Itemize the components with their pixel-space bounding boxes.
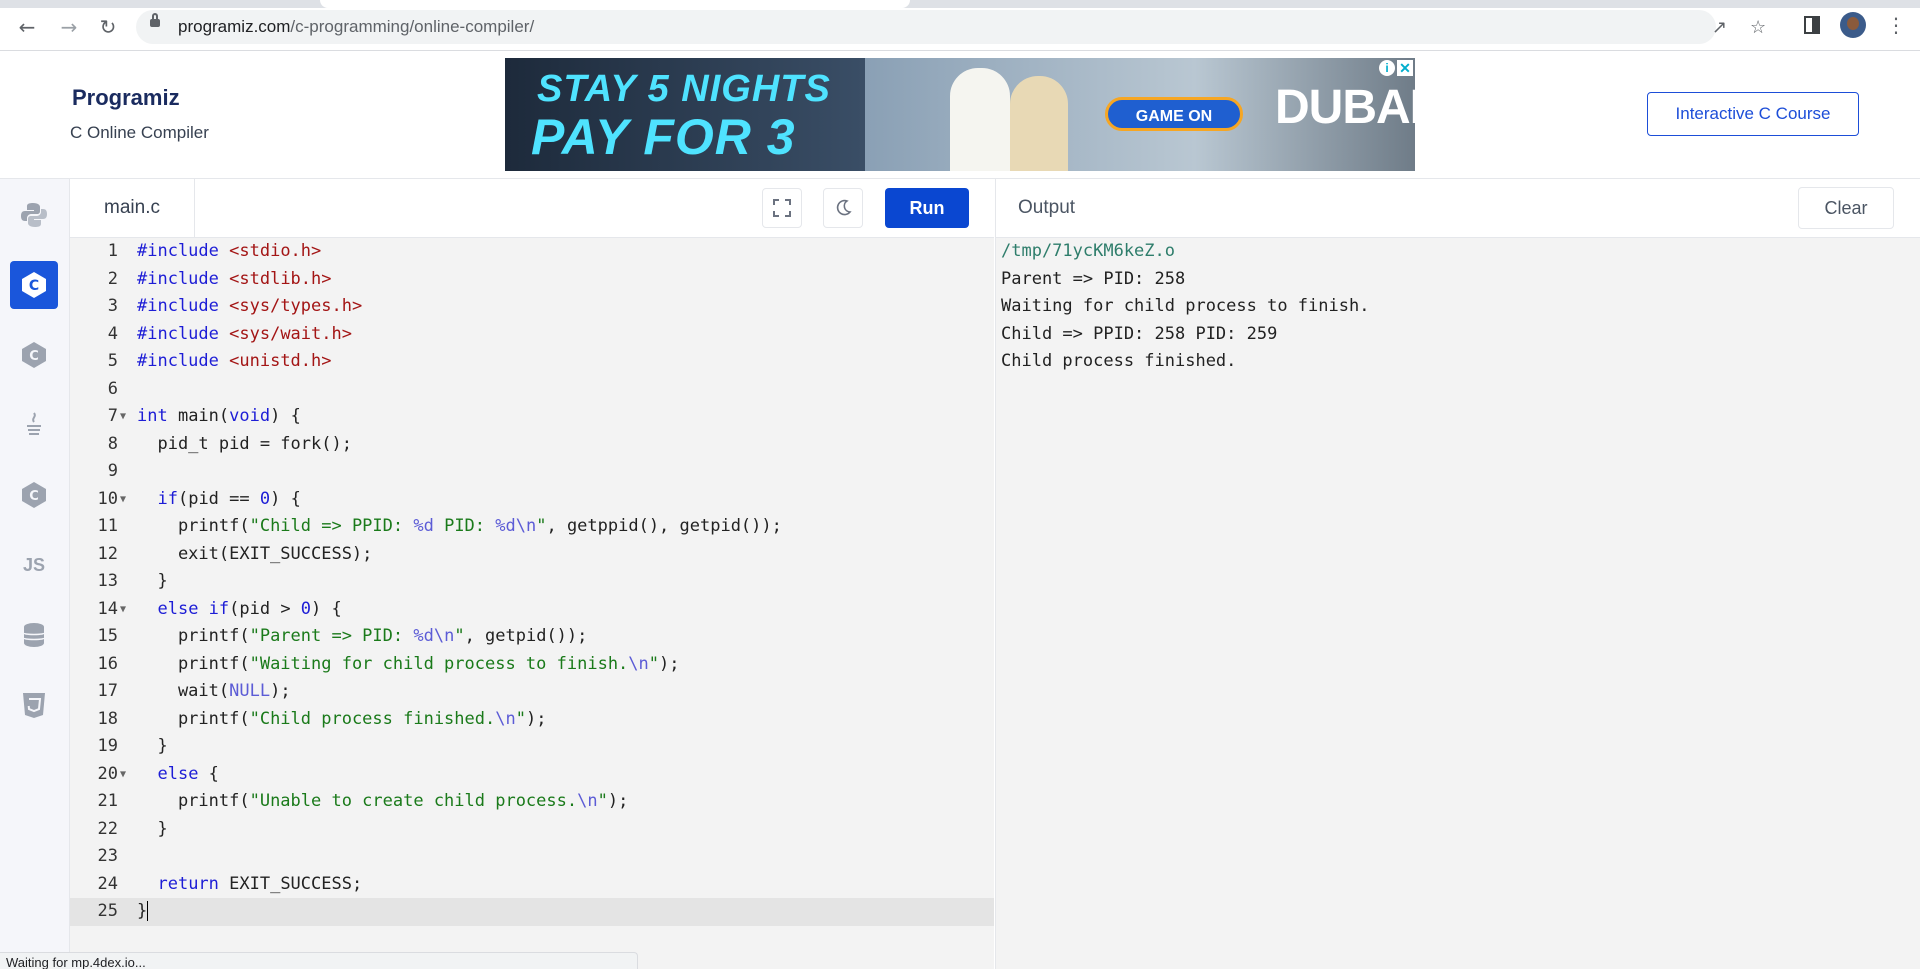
sidebar-item-html[interactable] bbox=[10, 681, 58, 729]
output-toolbar: Output Clear bbox=[995, 179, 1920, 238]
active-tab[interactable] bbox=[320, 0, 910, 8]
ad-cta-button[interactable]: GAME ON bbox=[1105, 97, 1243, 131]
output-line: /tmp/71ycKM6keZ.o bbox=[1001, 241, 1175, 261]
python-icon bbox=[21, 203, 47, 227]
ad-headline-1: STAY 5 NIGHTS bbox=[537, 68, 831, 110]
cpp-icon: C bbox=[22, 342, 46, 368]
text-cursor bbox=[147, 901, 149, 921]
java-icon bbox=[27, 412, 41, 435]
code-line[interactable]: 20 ▼ else { bbox=[70, 761, 994, 789]
code-line[interactable]: 7 ▼ int main(void) { bbox=[70, 403, 994, 431]
code-line[interactable]: 22 } bbox=[70, 816, 994, 844]
html5-icon bbox=[23, 693, 45, 718]
output-line: Child => PPID: 258 PID: 259 bbox=[1001, 323, 1278, 344]
page-subtitle: C Online Compiler bbox=[70, 123, 209, 142]
programiz-logo[interactable]: Programiz bbox=[72, 85, 180, 111]
code-line[interactable]: 2 #include <stdlib.h> bbox=[70, 266, 994, 294]
code-line-active[interactable]: 25} bbox=[70, 898, 994, 926]
language-sidebar: C C C JS bbox=[0, 179, 70, 969]
output-title: Output bbox=[1018, 197, 1076, 218]
tab-main-c[interactable]: main.c bbox=[70, 179, 195, 237]
site-header: Programiz C Online Compiler STAY 5 NIGHT… bbox=[0, 51, 1920, 179]
interactive-course-button[interactable]: Interactive C Course bbox=[1647, 92, 1859, 136]
output-line: Parent => PID: 258 bbox=[1001, 268, 1186, 289]
lock-icon[interactable] bbox=[150, 13, 160, 27]
run-button[interactable]: Run bbox=[885, 188, 969, 228]
sidebar-item-javascript[interactable]: JS bbox=[10, 541, 58, 589]
expand-icon bbox=[773, 199, 791, 217]
code-line[interactable]: 3 #include <sys/types.h> bbox=[70, 293, 994, 321]
code-line[interactable]: 6 bbox=[70, 376, 994, 404]
sidebar-item-python[interactable] bbox=[10, 191, 58, 239]
tab-strip bbox=[0, 0, 1920, 8]
editor-toolbar: main.c Run bbox=[70, 179, 994, 238]
code-line[interactable]: 15 printf("Parent => PID: %d\n", getpid(… bbox=[70, 623, 994, 651]
share-icon[interactable]: ↗ bbox=[1712, 17, 1727, 38]
code-line[interactable]: 19 } bbox=[70, 733, 994, 761]
dark-mode-button[interactable] bbox=[823, 188, 863, 228]
database-icon bbox=[23, 623, 45, 647]
moon-icon bbox=[836, 199, 852, 216]
code-line[interactable]: 11 printf("Child => PPID: %d PID: %d\n",… bbox=[70, 513, 994, 541]
code-line[interactable]: 1 #include <stdio.h> bbox=[70, 238, 994, 266]
back-icon[interactable]: ← bbox=[14, 14, 40, 40]
advertisement-banner[interactable]: STAY 5 NIGHTS PAY FOR 3 GAME ON DUBAI i … bbox=[505, 58, 1415, 171]
js-icon: JS bbox=[22, 554, 46, 575]
browser-menu-icon[interactable]: ⋮ bbox=[1886, 13, 1906, 37]
reload-icon[interactable]: ↻ bbox=[95, 14, 121, 40]
c-icon: C bbox=[22, 272, 46, 298]
ad-person-image bbox=[1010, 76, 1068, 171]
fullscreen-button[interactable] bbox=[762, 188, 802, 228]
ad-headline-2: PAY FOR 3 bbox=[531, 109, 796, 165]
sidebar-item-cpp[interactable]: C bbox=[10, 331, 58, 379]
forward-icon[interactable]: → bbox=[56, 14, 82, 40]
clear-button[interactable]: Clear bbox=[1798, 187, 1894, 229]
ad-person-image bbox=[950, 68, 1010, 171]
code-line[interactable]: 24 return EXIT_SUCCESS; bbox=[70, 871, 994, 899]
code-line[interactable]: 4 #include <sys/wait.h> bbox=[70, 321, 994, 349]
csharp-icon: C bbox=[22, 482, 46, 508]
fold-arrow-icon[interactable]: ▼ bbox=[120, 596, 126, 624]
sidebar-item-csharp[interactable]: C bbox=[10, 471, 58, 519]
svg-text:C: C bbox=[29, 489, 39, 504]
fold-arrow-icon[interactable]: ▼ bbox=[120, 486, 126, 514]
fold-arrow-icon[interactable]: ▼ bbox=[120, 761, 126, 789]
ad-close-icon[interactable]: ✕ bbox=[1397, 60, 1413, 76]
code-line[interactable]: 17 wait(NULL); bbox=[70, 678, 994, 706]
code-editor[interactable]: 1 #include <stdio.h> 2 #include <stdlib.h>… bbox=[70, 238, 994, 969]
fold-arrow-icon[interactable]: ▼ bbox=[120, 403, 126, 431]
address-bar[interactable]: programiz.com/c-programming/online-compi… bbox=[136, 10, 1766, 44]
url-text[interactable]: programiz.com/c-programming/online-compi… bbox=[178, 17, 534, 37]
sidebar-item-java[interactable] bbox=[10, 401, 58, 449]
code-line[interactable]: 23 bbox=[70, 843, 994, 871]
code-line[interactable]: 16 printf("Waiting for child process to … bbox=[70, 651, 994, 679]
code-line[interactable]: 21 printf("Unable to create child proces… bbox=[70, 788, 994, 816]
sidebar-item-sql[interactable] bbox=[10, 611, 58, 659]
output-line: Child process finished. bbox=[1001, 351, 1237, 371]
code-line[interactable]: 18 printf("Child process finished.\n"); bbox=[70, 706, 994, 734]
side-panel-icon[interactable] bbox=[1804, 16, 1820, 34]
output-panel[interactable]: /tmp/71ycKM6keZ.o Parent => PID: 258 Wai… bbox=[995, 238, 1920, 969]
code-line[interactable]: 5 #include <unistd.h> bbox=[70, 348, 994, 376]
bookmark-star-icon[interactable]: ☆ bbox=[1750, 17, 1766, 38]
code-line[interactable]: 10 ▼ if(pid == 0) { bbox=[70, 486, 994, 514]
sidebar-item-c[interactable]: C bbox=[10, 261, 58, 309]
svg-text:C: C bbox=[29, 349, 39, 364]
browser-status-bar: Waiting for mp.4dex.io... bbox=[0, 952, 638, 969]
output-line: Waiting for child process to finish. bbox=[1001, 296, 1370, 316]
code-line[interactable]: 8 pid_t pid = fork(); bbox=[70, 431, 994, 459]
code-line[interactable]: 12 exit(EXIT_SUCCESS); bbox=[70, 541, 994, 569]
ad-brand-logo: DUBAI bbox=[1275, 81, 1415, 134]
profile-avatar[interactable] bbox=[1840, 12, 1866, 38]
code-line[interactable]: 13 } bbox=[70, 568, 994, 596]
code-line[interactable]: 9 bbox=[70, 458, 994, 486]
svg-text:C: C bbox=[29, 278, 39, 294]
browser-toolbar: ← → ↻ programiz.com/c-programming/online… bbox=[0, 0, 1920, 51]
code-line[interactable]: 14 ▼ else if(pid > 0) { bbox=[70, 596, 994, 624]
ad-info-icon[interactable]: i bbox=[1379, 60, 1395, 76]
